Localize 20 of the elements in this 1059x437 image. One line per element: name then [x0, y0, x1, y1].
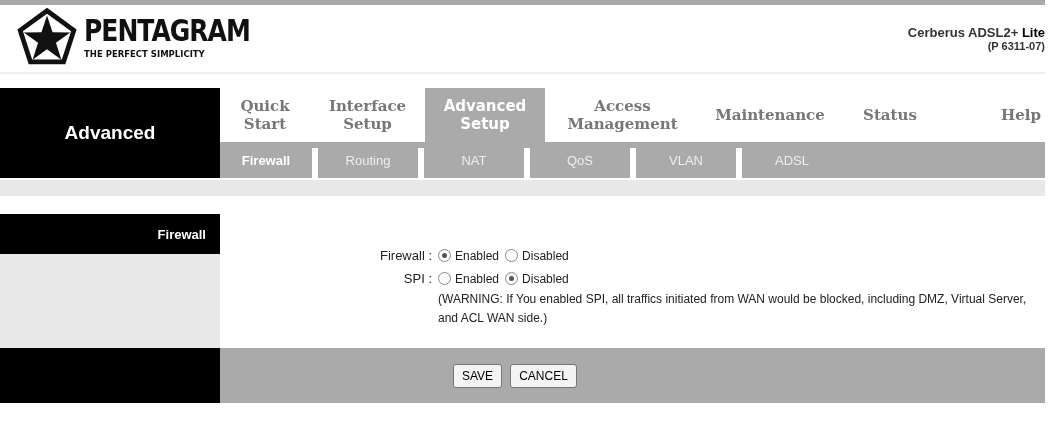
nav-tab[interactable]: Advanced Setup: [425, 88, 545, 142]
setting-label: SPI :: [402, 271, 433, 286]
model-name: Cerberus ADSL2+ Lite: [907, 25, 1045, 40]
radio-label: Disabled: [522, 248, 569, 263]
radio-label: Disabled: [522, 271, 569, 286]
cancel-button[interactable]: CANCEL: [510, 363, 577, 388]
brand-name: PENTAGRAM: [84, 15, 250, 46]
panel-title: Firewall: [0, 214, 220, 254]
radio-label: Enabled: [455, 248, 500, 263]
warning-text: (WARNING: If You enabled SPI, all traffics initiated from WAN would be blocked, including DMZ, Virtual Server, and ACL WAN side.): [438, 291, 1028, 327]
radio-button[interactable]: [505, 272, 519, 285]
radio-button[interactable]: [505, 249, 519, 262]
radio-button[interactable]: [438, 272, 451, 285]
save-button[interactable]: SAVE: [453, 363, 503, 388]
brand-tagline: THE PERFECT SIMPLICITY: [84, 49, 206, 59]
radio-button[interactable]: [438, 249, 451, 262]
section-title: Advanced: [0, 88, 220, 178]
model-code: (P 6311-07): [986, 40, 1045, 52]
setting-label: Firewall :: [379, 248, 433, 263]
radio-label: Enabled: [455, 271, 500, 286]
